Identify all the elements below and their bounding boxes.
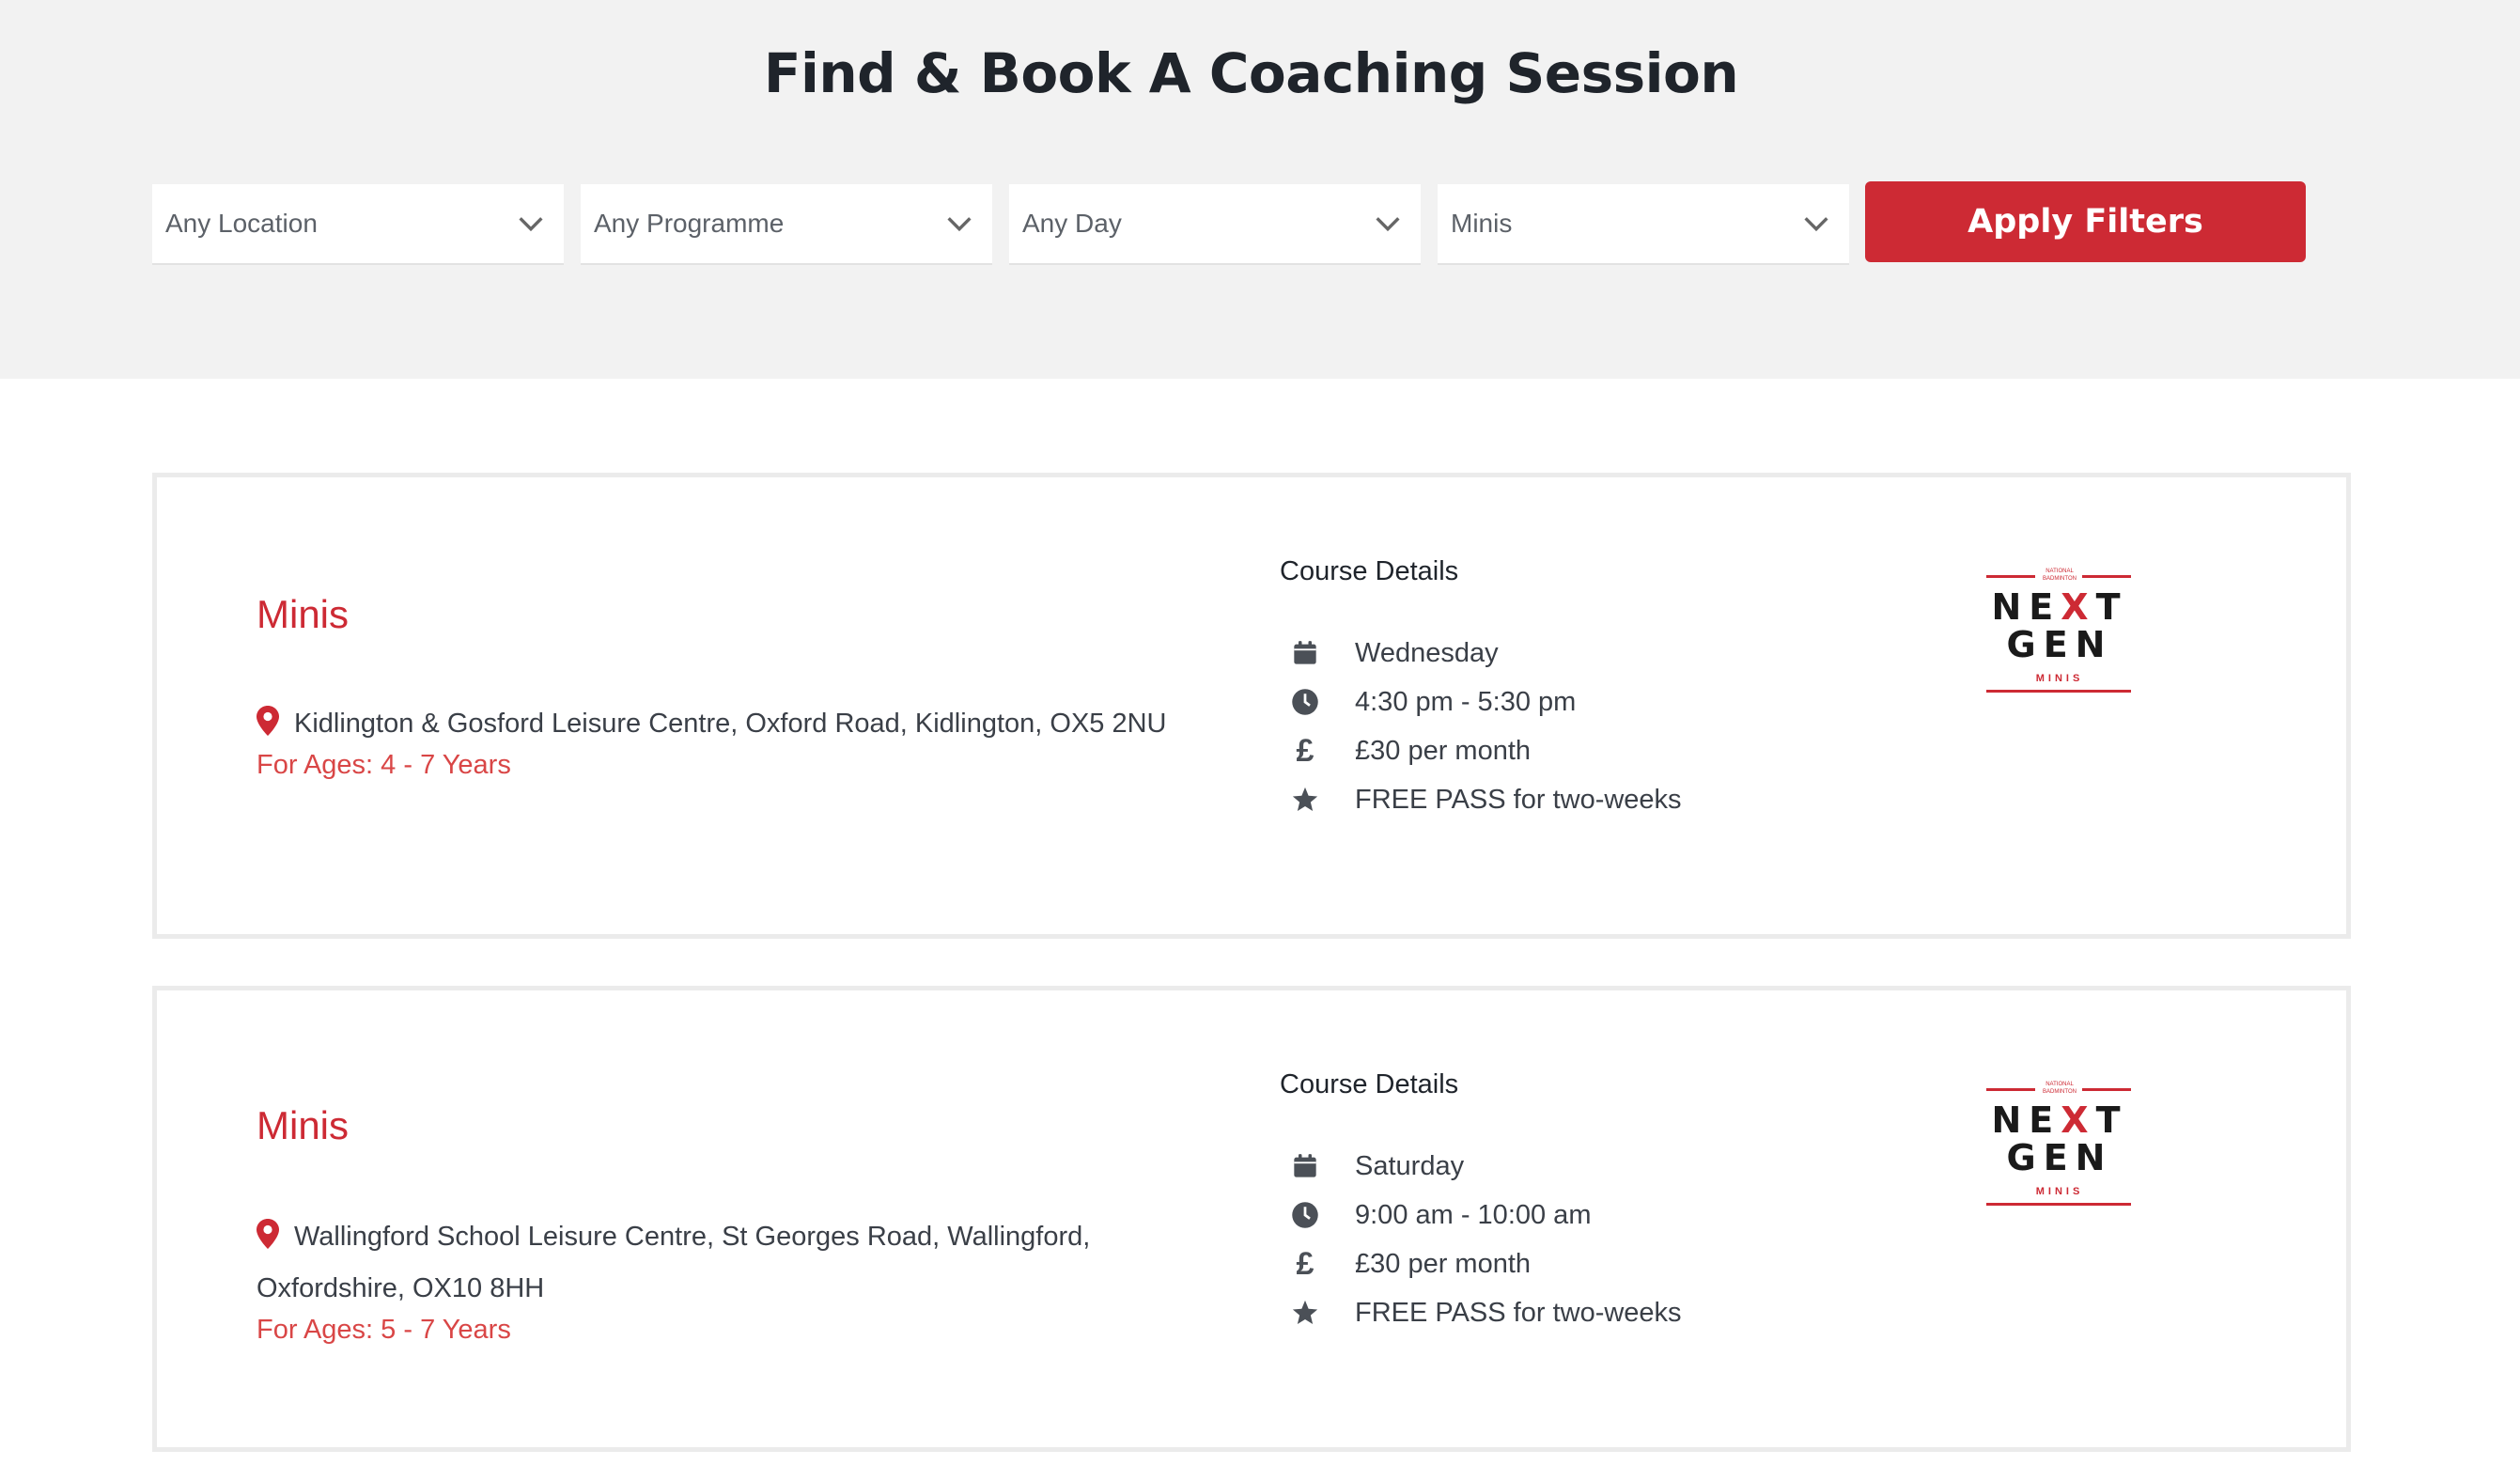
calendar-icon <box>1291 639 1319 667</box>
map-pin-icon <box>257 706 279 736</box>
course-details-label: Course Details <box>1280 556 1459 586</box>
type-select-value: Minis <box>1451 209 1513 238</box>
detail-time-text: 9:00 am - 10:00 am <box>1355 1199 1592 1230</box>
detail-time: 9:00 am - 10:00 am <box>1291 1192 1591 1239</box>
session-card: Minis Wallingford School Leisure Centre,… <box>152 986 2351 1452</box>
location-select-value: Any Location <box>165 209 318 238</box>
session-address-text: Kidlington & Gosford Leisure Centre, Oxf… <box>294 709 1167 739</box>
logo-x-letter: X <box>2061 586 2096 628</box>
pound-icon: £ <box>1296 1245 1314 1282</box>
filter-bar: Any Location Any Programme Any Day Minis <box>152 184 1849 265</box>
detail-price: £ £30 per month <box>1291 727 1531 774</box>
detail-price-text: £30 per month <box>1355 735 1532 766</box>
detail-offer-text: FREE PASS for two-weeks <box>1355 1297 1682 1328</box>
clock-icon <box>1291 1201 1319 1229</box>
session-address: Kidlington & Gosford Leisure Centre, Oxf… <box>257 698 1234 750</box>
clock-icon <box>1291 688 1319 716</box>
session-card: Minis Kidlington & Gosford Leisure Centr… <box>152 473 2351 939</box>
detail-day: Saturday <box>1291 1143 1464 1190</box>
next-gen-minis-logo: NATIONAL BADMINTON NEXT GEN MINIS <box>1984 568 2135 699</box>
detail-day-text: Saturday <box>1355 1150 1465 1181</box>
session-ages: For Ages: 5 - 7 Years <box>257 1315 511 1345</box>
map-pin-icon <box>257 1219 279 1249</box>
chevron-down-icon <box>519 217 543 232</box>
star-icon <box>1291 1299 1319 1327</box>
detail-day: Wednesday <box>1291 630 1499 677</box>
day-select[interactable]: Any Day <box>1009 184 1421 265</box>
session-title[interactable]: Minis <box>257 592 349 637</box>
chevron-down-icon <box>1804 217 1828 232</box>
course-details-label: Course Details <box>1280 1069 1459 1099</box>
next-gen-minis-logo: NATIONAL BADMINTON NEXT GEN MINIS <box>1984 1081 2135 1212</box>
session-address-text: Wallingford School Leisure Centre, St Ge… <box>257 1222 1091 1303</box>
type-select[interactable]: Minis <box>1438 184 1849 265</box>
detail-offer: FREE PASS for two-weeks <box>1291 776 1682 823</box>
search-hero: Find & Book A Coaching Session Any Locat… <box>0 0 2520 379</box>
detail-price-text: £30 per month <box>1355 1248 1532 1279</box>
detail-offer-text: FREE PASS for two-weeks <box>1355 784 1682 815</box>
programme-select-value: Any Programme <box>594 209 785 238</box>
programme-select[interactable]: Any Programme <box>581 184 992 265</box>
pound-icon: £ <box>1296 732 1314 769</box>
session-address: Wallingford School Leisure Centre, St Ge… <box>257 1211 1234 1315</box>
logo-x-letter: X <box>2061 1099 2096 1141</box>
day-select-value: Any Day <box>1022 209 1122 238</box>
detail-price: £ £30 per month <box>1291 1240 1531 1287</box>
detail-offer: FREE PASS for two-weeks <box>1291 1289 1682 1336</box>
session-ages: For Ages: 4 - 7 Years <box>257 750 511 780</box>
page-title: Find & Book A Coaching Session <box>763 41 1739 105</box>
star-icon <box>1291 786 1319 814</box>
detail-day-text: Wednesday <box>1355 637 1499 668</box>
chevron-down-icon <box>947 217 972 232</box>
apply-filters-button[interactable]: Apply Filters <box>1865 181 2306 262</box>
calendar-icon <box>1291 1152 1319 1180</box>
session-title[interactable]: Minis <box>257 1103 349 1148</box>
detail-time: 4:30 pm - 5:30 pm <box>1291 678 1576 725</box>
location-select[interactable]: Any Location <box>152 184 564 265</box>
chevron-down-icon <box>1376 217 1400 232</box>
detail-time-text: 4:30 pm - 5:30 pm <box>1355 686 1577 717</box>
